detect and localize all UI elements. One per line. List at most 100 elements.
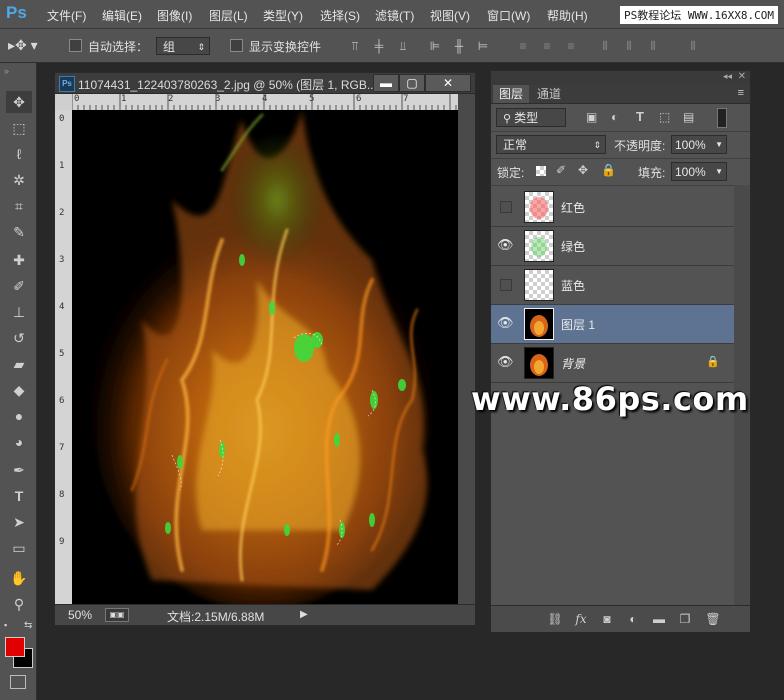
menu-filter[interactable]: 滤镜(T) <box>375 7 414 24</box>
lasso-tool-icon[interactable]: ℓ <box>6 143 32 165</box>
eye-icon[interactable]: 👁 <box>497 315 514 331</box>
default-colors-icon[interactable]: ▪ <box>4 620 7 630</box>
brush-tool-icon[interactable]: ✐ <box>6 275 32 297</box>
layer-row-green[interactable]: 👁 绿色 <box>491 227 734 266</box>
share-icon[interactable]: ▣▣ <box>105 608 129 622</box>
maximize-button[interactable]: ▢ <box>399 74 425 92</box>
menu-window[interactable]: 窗口(W) <box>487 7 530 24</box>
rectangle-tool-icon[interactable]: ▭ <box>6 537 32 559</box>
magic-wand-tool-icon[interactable]: ✲ <box>6 169 32 191</box>
swap-colors-icon[interactable]: ⇆ <box>24 620 32 631</box>
menu-help[interactable]: 帮助(H) <box>547 7 588 24</box>
eyedropper-tool-icon[interactable]: ✎ <box>6 221 32 243</box>
menu-select[interactable]: 选择(S) <box>320 7 360 24</box>
healing-brush-tool-icon[interactable]: ✚ <box>6 249 32 271</box>
distribute-right-icon[interactable]: ⦀ <box>646 39 660 53</box>
menu-file[interactable]: 文件(F) <box>47 7 86 24</box>
fill-input[interactable]: 100% ▼ <box>671 162 727 181</box>
filter-toggle-icon[interactable] <box>717 108 727 128</box>
dodge-tool-icon[interactable]: ◕ <box>6 431 32 453</box>
align-left-icon[interactable]: ⊫ <box>428 39 442 53</box>
distribute-hcenter-icon[interactable]: ⦀ <box>622 39 636 53</box>
filter-kind-select[interactable]: ⚲ 类型 <box>496 108 566 127</box>
fx-icon[interactable]: fx <box>573 611 589 627</box>
lock-all-icon[interactable]: 🔒 <box>601 163 616 177</box>
align-hcenter-icon[interactable]: ╫ <box>452 39 466 53</box>
menu-layer[interactable]: 图层(L) <box>209 7 248 24</box>
show-transform-checkbox[interactable] <box>230 39 243 52</box>
canvas[interactable] <box>72 110 458 604</box>
move-tool-preset-icon[interactable]: ▸✥ ▾ <box>8 37 38 54</box>
layer-row-blue[interactable]: 蓝色 <box>491 266 734 305</box>
close-panel-icon[interactable]: ✕ <box>738 71 746 82</box>
link-layers-icon[interactable]: ⛓ <box>547 611 563 627</box>
vertical-scrollbar[interactable] <box>458 94 475 604</box>
path-selection-tool-icon[interactable]: ➤ <box>6 511 32 533</box>
crop-tool-icon[interactable]: ⌗ <box>6 195 32 217</box>
foreground-color-swatch[interactable] <box>5 637 25 657</box>
zoom-level[interactable]: 50% <box>68 608 92 622</box>
align-bottom-icon[interactable]: ⫫ <box>396 39 410 53</box>
horizontal-ruler[interactable]: 0 1 2 3 4 5 6 7 <box>72 94 458 110</box>
new-layer-icon[interactable]: ❐ <box>677 611 693 627</box>
auto-align-icon[interactable]: ⦀ <box>686 39 700 53</box>
distribute-vcenter-icon[interactable]: ≡ <box>540 39 554 53</box>
status-menu-arrow-icon[interactable]: ▶ <box>300 609 308 620</box>
blend-mode-select[interactable]: 正常 ⇕ <box>496 135 606 154</box>
clone-stamp-tool-icon[interactable]: ⊥ <box>6 301 32 323</box>
lock-position-icon[interactable]: ✥ <box>578 163 588 177</box>
filter-shape-icon[interactable]: ⬚ <box>659 110 670 124</box>
tab-layers[interactable]: 图层 <box>493 85 530 103</box>
vertical-ruler[interactable]: 0 1 2 3 4 5 6 7 8 9 <box>55 110 72 604</box>
lock-transparent-icon[interactable] <box>536 166 546 176</box>
new-group-icon[interactable]: ▬ <box>651 611 667 627</box>
quick-mask-icon[interactable] <box>10 675 26 689</box>
eraser-tool-icon[interactable]: ▰ <box>6 353 32 375</box>
hand-tool-icon[interactable]: ✋ <box>6 567 32 589</box>
paint-bucket-tool-icon[interactable]: ◆ <box>6 379 32 401</box>
auto-select-checkbox[interactable] <box>69 39 82 52</box>
menu-edit[interactable]: 编辑(E) <box>102 7 142 24</box>
visibility-toggle-off[interactable] <box>500 201 512 213</box>
lock-image-brush-icon[interactable]: ✐ <box>556 163 566 177</box>
eye-icon[interactable]: 👁 <box>497 237 514 253</box>
collapse-icon[interactable]: » <box>4 66 9 76</box>
delete-layer-icon[interactable]: 🗑 <box>705 611 721 627</box>
adjustment-layer-icon[interactable]: ◐ <box>625 611 641 627</box>
move-tool-icon[interactable]: ✥ <box>6 91 32 113</box>
close-button[interactable]: ✕ <box>425 74 471 92</box>
collapse-panel-icon[interactable]: ◂◂ <box>723 71 732 82</box>
eye-icon[interactable]: 👁 <box>497 354 514 370</box>
tab-channels[interactable]: 通道 <box>531 85 567 103</box>
minimize-button[interactable]: ▬ <box>373 74 399 92</box>
distribute-left-icon[interactable]: ⦀ <box>598 39 612 53</box>
align-vcenter-icon[interactable]: ╪ <box>372 39 386 53</box>
pen-tool-icon[interactable]: ✒ <box>6 459 32 481</box>
auto-select-label: 自动选择： <box>88 40 149 54</box>
align-right-icon[interactable]: ⊨ <box>476 39 490 53</box>
panel-menu-icon[interactable]: ≡ <box>738 87 744 99</box>
layer-row-red[interactable]: 红色 <box>491 188 734 227</box>
visibility-toggle-off[interactable] <box>500 279 512 291</box>
auto-select-target-select[interactable]: 组 ⇕ <box>156 37 210 55</box>
marquee-tool-icon[interactable]: ⬚ <box>6 117 32 139</box>
distribute-top-icon[interactable]: ≡ <box>516 39 530 53</box>
filter-type-icon[interactable]: T <box>636 109 644 124</box>
filter-adjustment-icon[interactable]: ◐ <box>611 110 618 124</box>
opacity-input[interactable]: 100% ▼ <box>671 135 727 154</box>
zoom-tool-icon[interactable]: ⚲ <box>6 593 32 615</box>
type-tool-icon[interactable]: T <box>6 485 32 507</box>
menu-image[interactable]: 图像(I) <box>157 7 192 24</box>
blur-tool-icon[interactable]: ● <box>6 405 32 427</box>
filter-smart-object-icon[interactable]: ▤ <box>683 110 694 124</box>
add-mask-icon[interactable]: ◙ <box>599 611 615 627</box>
distribute-bottom-icon[interactable]: ≡ <box>564 39 578 53</box>
layer-row-layer1[interactable]: 👁 图层 1 <box>491 305 734 344</box>
align-top-icon[interactable]: ⫪ <box>348 39 362 53</box>
filter-pixel-icon[interactable]: ▣ <box>586 110 597 124</box>
menu-view[interactable]: 视图(V) <box>430 7 470 24</box>
menu-type[interactable]: 类型(Y) <box>263 7 303 24</box>
forum-watermark: PS教程论坛 WWW.16XX8.COM <box>620 6 778 24</box>
layer-row-background[interactable]: 👁 背景 🔒 <box>491 344 734 383</box>
history-brush-tool-icon[interactable]: ↺ <box>6 327 32 349</box>
